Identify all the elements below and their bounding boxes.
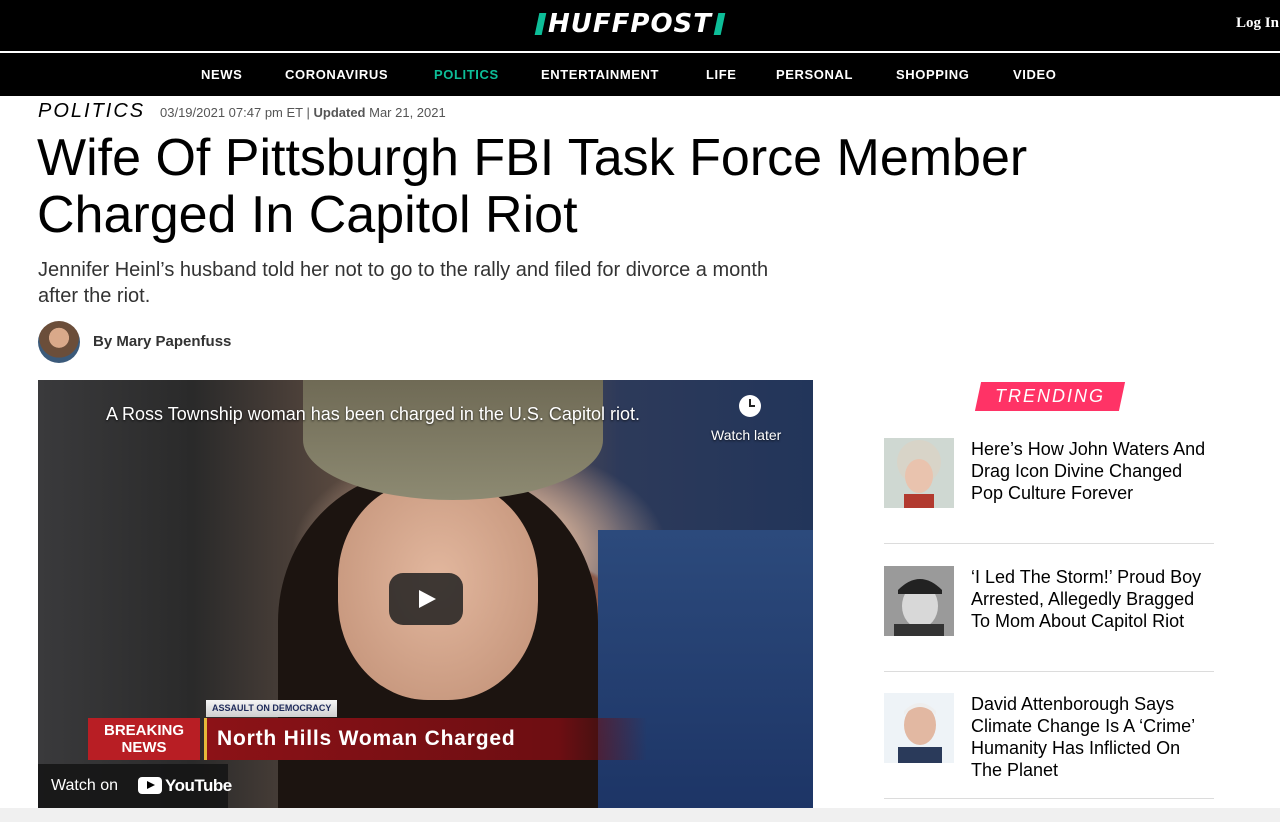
breaking-line-1: BREAKING	[103, 722, 184, 739]
top-bar: HUFFPOST Log In	[0, 0, 1280, 51]
nav-item-entertainment[interactable]: ENTERTAINMENT	[541, 67, 659, 82]
breaking-news-badge: BREAKING NEWS	[88, 718, 200, 760]
updated-date: Mar 21, 2021	[369, 105, 446, 120]
article-dek: Jennifer Heinl’s husband told her not to…	[38, 259, 769, 307]
lower-third-text: North Hills Woman Charged	[217, 727, 516, 750]
updated-label: Updated	[313, 105, 366, 120]
login-link[interactable]: Log In	[1236, 15, 1279, 32]
trending-divider	[884, 543, 1214, 544]
trending-item-title[interactable]: ‘I Led The Storm!’ Proud Boy Arrested, A…	[971, 566, 1211, 632]
trending-divider	[884, 671, 1214, 672]
trending-item[interactable]: David Attenborough Says Climate Change I…	[884, 693, 1214, 793]
watch-on-label: Watch on	[51, 777, 118, 794]
breaking-line-2: NEWS	[121, 739, 167, 756]
video-frame-jacket	[598, 530, 813, 808]
article-headline: Wife Of Pittsburgh FBI Task Force Member…	[37, 129, 1028, 244]
publish-date: 03/19/2021 07:47 pm ET |	[160, 105, 310, 120]
ticker-tag: ASSAULT ON DEMOCRACY	[206, 700, 338, 717]
section-kicker[interactable]: POLITICS	[38, 100, 145, 123]
nav-item-politics[interactable]: POLITICS	[434, 67, 499, 82]
video-title[interactable]: A Ross Township woman has been charged i…	[106, 404, 640, 425]
trending-thumbnail-elderly-man[interactable]	[884, 693, 954, 763]
nav-item-video[interactable]: VIDEO	[1013, 67, 1056, 82]
trending-thumbnail-drag-queen[interactable]	[884, 438, 954, 508]
logo-bar-right	[713, 13, 726, 35]
nav-item-personal[interactable]: PERSONAL	[776, 67, 853, 82]
nav-item-news[interactable]: NEWS	[201, 67, 242, 82]
trending-item-title[interactable]: Here’s How John Waters And Drag Icon Div…	[971, 438, 1211, 504]
watch-later-button[interactable]: Watch later	[711, 427, 781, 443]
trending-item[interactable]: Here’s How John Waters And Drag Icon Div…	[884, 438, 1214, 538]
page-bottom-strip	[0, 808, 1280, 822]
trending-label: TRENDING	[974, 382, 1126, 411]
nav-item-coronavirus[interactable]: CORONAVIRUS	[285, 67, 388, 82]
trending-item-title[interactable]: David Attenborough Says Climate Change I…	[971, 693, 1211, 781]
logo-bar-left	[534, 13, 547, 35]
trending-item[interactable]: ‘I Led The Storm!’ Proud Boy Arrested, A…	[884, 566, 1214, 666]
youtube-play-icon	[138, 777, 162, 794]
section-nav: NEWS CORONAVIRUS POLITICS ENTERTAINMENT …	[0, 53, 1280, 96]
author-byline[interactable]: By Mary Papenfuss	[93, 333, 231, 350]
nav-item-shopping[interactable]: SHOPPING	[896, 67, 969, 82]
trending-thumbnail-man-in-cap[interactable]	[884, 566, 954, 636]
video-frame-hat	[303, 380, 603, 500]
logo-text: HUFFPOST	[548, 9, 713, 39]
nav-item-life[interactable]: LIFE	[706, 67, 737, 82]
play-button[interactable]	[389, 573, 463, 625]
trending-label-text: TRENDING	[995, 386, 1105, 406]
clock-icon[interactable]	[739, 395, 761, 417]
watch-on-youtube-button[interactable]: Watch on YouTube	[38, 764, 232, 808]
dateline: 03/19/2021 07:47 pm ET | Updated Mar 21,…	[160, 105, 446, 120]
huffpost-logo[interactable]: HUFFPOST	[534, 9, 726, 39]
author-avatar[interactable]	[38, 321, 80, 363]
lower-third-banner: North Hills Woman Charged	[204, 718, 647, 760]
video-player[interactable]: A Ross Township woman has been charged i…	[38, 380, 813, 808]
trending-divider	[884, 798, 1214, 799]
youtube-wordmark: YouTube	[165, 776, 232, 795]
